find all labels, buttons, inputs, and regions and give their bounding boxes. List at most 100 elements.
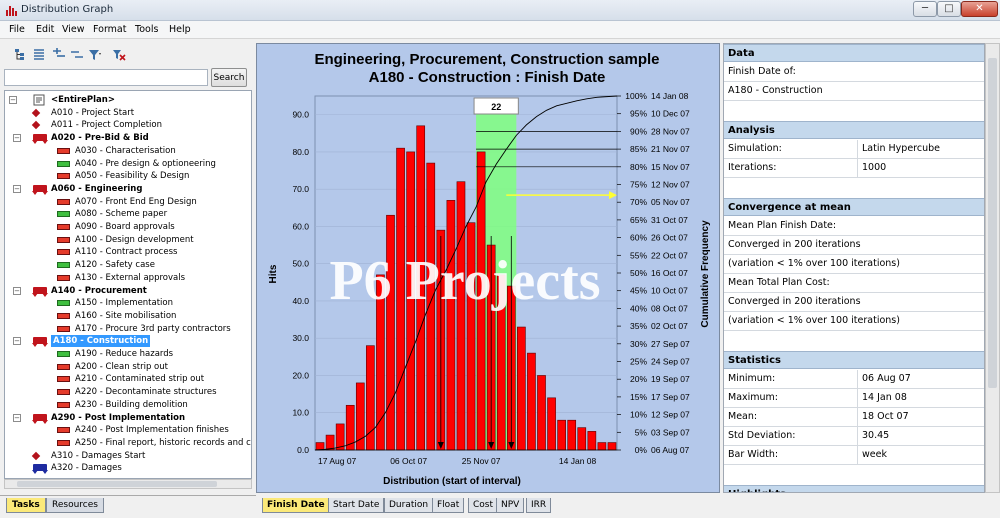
close-button[interactable]: ✕ — [961, 1, 998, 17]
tab-cost[interactable]: Cost — [468, 498, 499, 513]
stat-label: Std Deviation: — [728, 430, 796, 441]
stat-label: Maximum: — [728, 392, 779, 403]
tree-row[interactable]: A250 - Final report, historic records an… — [5, 437, 251, 449]
tab-duration[interactable]: Duration — [384, 498, 434, 513]
collapse-toggle-icon[interactable]: − — [13, 184, 21, 193]
y2-tick-date: 05 Nov 07 — [651, 197, 690, 207]
tree-item-label: A140 - Procurement — [51, 285, 147, 296]
horizontal-scrollbar[interactable] — [4, 479, 252, 489]
tree-item-label: <EntirePlan> — [51, 95, 115, 105]
collapse-toggle-icon[interactable]: − — [13, 134, 21, 143]
tree-row[interactable]: A170 - Procure 3rd party contractors — [5, 323, 251, 335]
scrollbar-thumb[interactable] — [988, 58, 997, 388]
stat-value: week — [857, 446, 887, 464]
menu-edit[interactable]: Edit — [36, 24, 54, 35]
chart-canvas: Engineering, Procurement, Construction s… — [268, 51, 711, 487]
tree-item-label: A090 - Board approvals — [75, 222, 175, 232]
tab-irr[interactable]: IRR — [526, 498, 552, 513]
tab-resources[interactable]: Resources — [46, 498, 104, 513]
filter-icon[interactable] — [88, 48, 102, 61]
task-bar-icon — [57, 376, 70, 383]
collapse-toggle-icon[interactable]: − — [13, 413, 21, 422]
tree-row[interactable]: A160 - Site mobilisation — [5, 310, 251, 322]
y2-tick-date: 19 Sep 07 — [651, 374, 690, 384]
tree-row[interactable]: A150 - Implementation — [5, 297, 251, 309]
tree-row[interactable]: A010 - Project Start — [5, 107, 251, 119]
list-view-icon[interactable] — [32, 48, 46, 61]
y2-tick-date: 10 Dec 07 — [651, 109, 690, 119]
tree-row[interactable]: A070 - Front End Eng Design — [5, 196, 251, 208]
minimize-button[interactable]: ─ — [913, 1, 937, 17]
collapse-toggle-icon[interactable]: − — [13, 337, 21, 346]
tab-float[interactable]: Float — [432, 498, 465, 513]
menu-tools[interactable]: Tools — [135, 24, 158, 35]
stat-row: Maximum: 14 Jan 08 — [724, 389, 984, 408]
bottom-tab-strip: Finish Date Start Date Duration Float Cost NP… — [256, 497, 720, 517]
y2-tick-date: 28 Nov 07 — [651, 126, 690, 136]
stat-row: Mean: 18 Oct 07 — [724, 408, 984, 427]
tree-row[interactable]: A080 - Scheme paper — [5, 208, 251, 220]
task-bar-icon — [57, 249, 70, 256]
histogram-bar — [446, 200, 456, 451]
tree-row[interactable]: A050 - Feasibility & Design — [5, 170, 251, 182]
y-tick-label: 0.0 — [297, 445, 309, 455]
tree-row[interactable]: A200 - Clean strip out — [5, 361, 251, 373]
tree-row[interactable]: A220 - Decontaminate structures — [5, 386, 251, 398]
convergence-text: Converged in 200 iterations — [728, 239, 861, 250]
menu-file[interactable]: File — [9, 24, 25, 35]
menu-format[interactable]: Format — [93, 24, 126, 35]
bar-chart-icon — [6, 6, 17, 16]
stat-value: 14 Jan 08 — [857, 389, 907, 407]
y2-tick-date: 22 Oct 07 — [651, 250, 688, 260]
tab-npv[interactable]: NPV — [496, 498, 525, 513]
collapse-toggle-icon[interactable]: − — [9, 96, 17, 104]
task-tree[interactable]: − <EntirePlan> A010 - Project Start A011 - … — [4, 90, 252, 479]
tree-row[interactable]: − A060 - Engineering — [5, 183, 251, 195]
tree-row[interactable]: − A140 - Procurement — [5, 285, 251, 297]
vertical-scrollbar[interactable] — [985, 43, 1000, 493]
tree-row[interactable]: A320 - Damages — [5, 462, 251, 475]
convergence-text: (variation < 1% over 100 iterations) — [728, 315, 900, 326]
tab-tasks[interactable]: Tasks — [6, 498, 46, 513]
tree-row[interactable]: A120 - Safety case — [5, 259, 251, 271]
collapse-all-icon[interactable] — [70, 48, 84, 61]
menu-help[interactable]: Help — [169, 24, 191, 35]
tree-row[interactable]: A130 - External approvals — [5, 272, 251, 284]
tree-row[interactable]: A230 - Building demolition — [5, 399, 251, 411]
search-input[interactable] — [4, 69, 208, 86]
tree-row[interactable]: A190 - Reduce hazards — [5, 348, 251, 360]
tree-row[interactable]: A310 - Damages Start — [5, 450, 251, 462]
menu-view[interactable]: View — [62, 24, 85, 35]
tree-row[interactable]: − A020 - Pre-Bid & Bid — [5, 132, 251, 145]
tree-row[interactable]: A030 - Characterisation — [5, 145, 251, 157]
tree-row[interactable]: A110 - Contract process — [5, 246, 251, 258]
tree-row[interactable]: A040 - Pre design & optioneering — [5, 158, 251, 170]
tab-start-date[interactable]: Start Date — [328, 498, 385, 513]
task-bar-icon — [57, 274, 70, 281]
collapse-toggle-icon[interactable]: − — [13, 286, 21, 295]
convergence-row: Mean Total Plan Cost: — [724, 274, 984, 293]
tree-row[interactable]: A090 - Board approvals — [5, 221, 251, 233]
y2-tick-percent: 55% — [630, 250, 647, 260]
activity-name: A180 - Construction — [728, 85, 823, 96]
clear-filter-icon[interactable] — [112, 48, 126, 61]
search-button[interactable]: Search — [211, 68, 247, 87]
y-tick-label: 40.0 — [292, 296, 309, 306]
y2-tick-percent: 10% — [630, 410, 647, 420]
tree-row[interactable]: − A290 - Post Implementation — [5, 412, 251, 424]
tree-row[interactable]: A011 - Project Completion — [5, 119, 251, 131]
maximize-button[interactable]: □ — [937, 1, 961, 17]
distribution-chart[interactable]: Engineering, Procurement, Construction s… — [256, 43, 720, 493]
stat-value: 06 Aug 07 — [857, 370, 911, 388]
tree-row[interactable]: A210 - Contaminated strip out — [5, 373, 251, 385]
tree-row[interactable]: A240 - Post Implementation finishes — [5, 424, 251, 436]
tab-finish-date[interactable]: Finish Date — [262, 498, 330, 513]
tree-row[interactable]: A100 - Design development — [5, 234, 251, 246]
scrollbar-thumb[interactable] — [17, 481, 217, 487]
y2-tick-percent: 25% — [630, 357, 647, 367]
tree-view-icon[interactable] — [14, 48, 28, 61]
watermark-text: P6 Projects — [329, 250, 600, 312]
tree-row[interactable]: − A180 - Construction — [5, 335, 251, 348]
expand-all-icon[interactable] — [52, 48, 66, 61]
tree-row[interactable]: − <EntirePlan> — [5, 94, 251, 106]
